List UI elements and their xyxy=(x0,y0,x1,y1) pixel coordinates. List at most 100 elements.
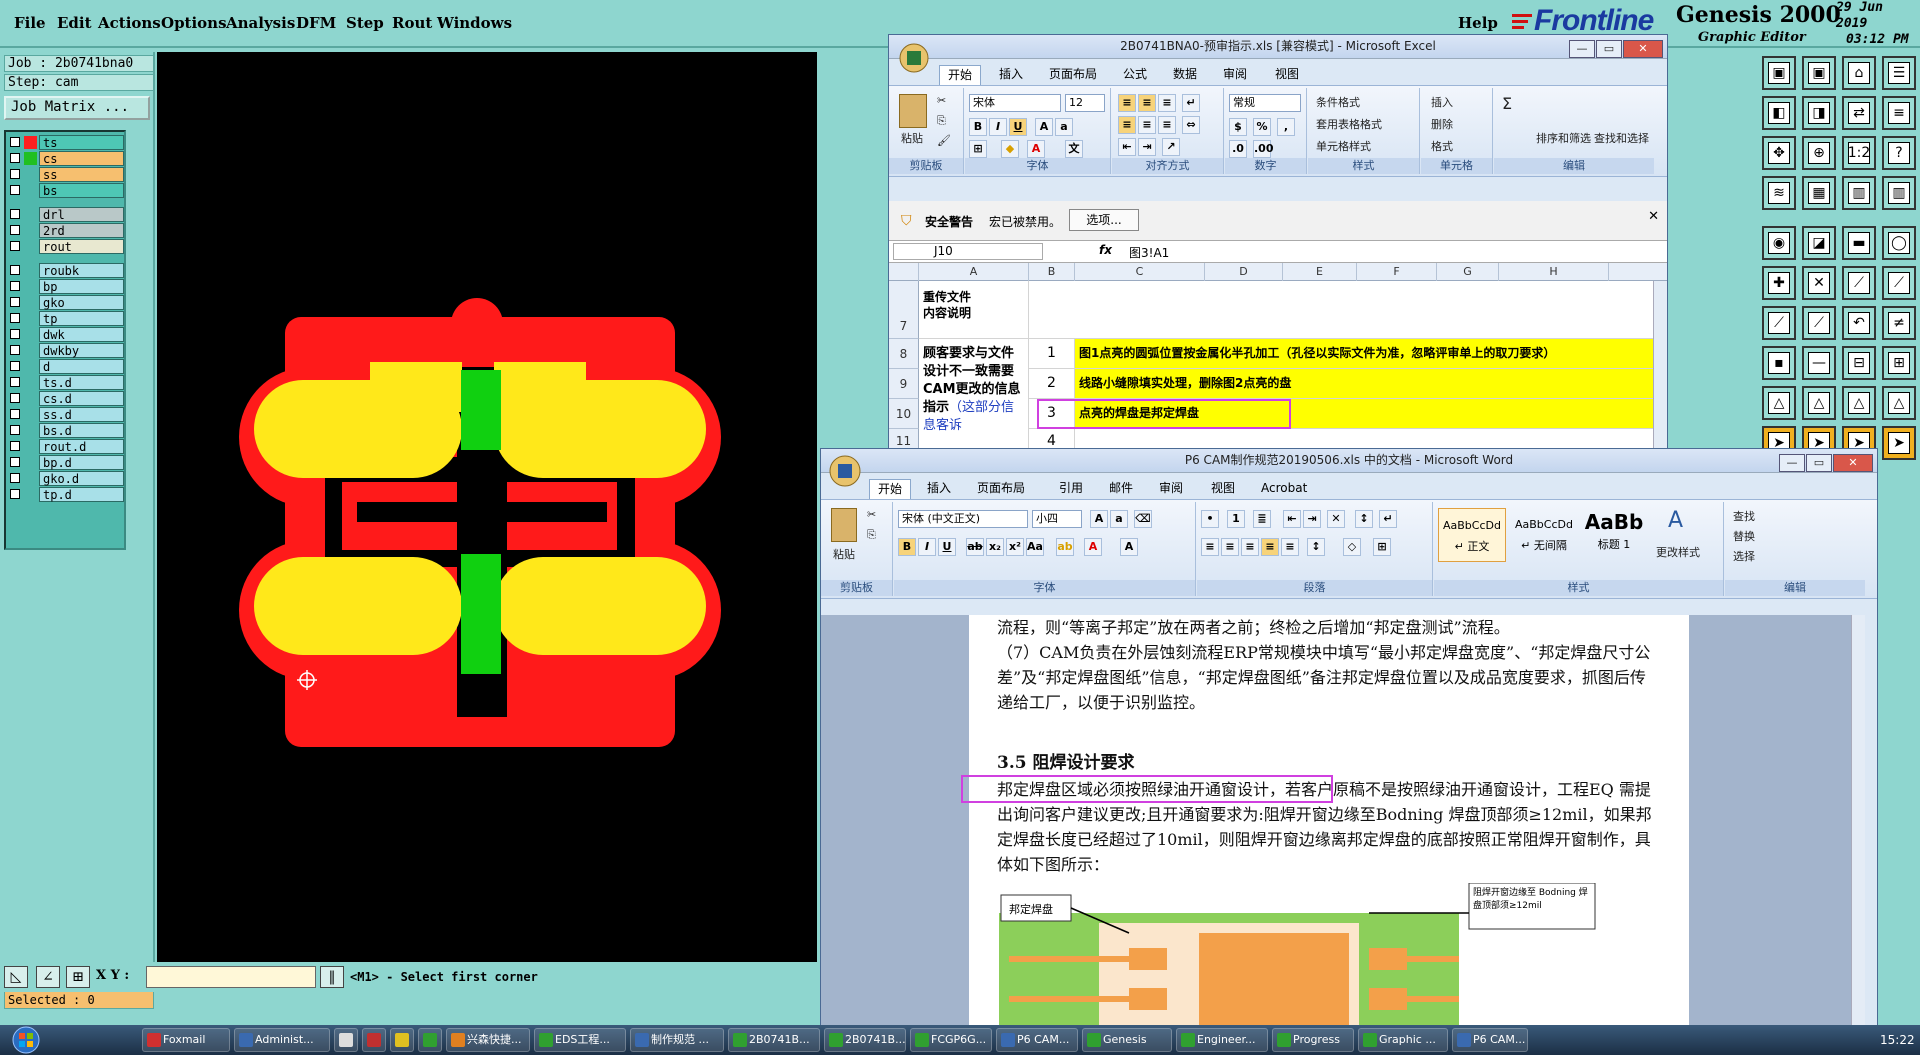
layer-color-swatch[interactable] xyxy=(24,488,37,501)
layer-checkbox[interactable] xyxy=(10,345,20,355)
layer-name[interactable]: roubk xyxy=(39,263,124,278)
tool-button[interactable]: ↶ xyxy=(1842,306,1876,340)
font-name-combo[interactable]: 宋体 xyxy=(969,94,1061,112)
taskbar-item[interactable]: Graphic ... xyxy=(1358,1028,1448,1052)
insert-cells-button[interactable]: 插入 xyxy=(1431,94,1453,110)
menu-analysis[interactable]: Analysis xyxy=(226,14,295,32)
tool-button[interactable]: ▦ xyxy=(1802,176,1836,210)
font-name-combo[interactable]: 宋体 (中文正文) xyxy=(898,510,1028,528)
multilevel-button[interactable]: ≣ xyxy=(1253,510,1271,528)
cell-a8-merged[interactable]: 顾客要求与文件设计不一致需要CAM更改的信息指示（这部分信息客诉 xyxy=(919,339,1029,455)
layer-checkbox[interactable] xyxy=(10,153,20,163)
bold-button[interactable]: B xyxy=(969,118,987,136)
conditional-format-button[interactable]: 条件格式 xyxy=(1316,94,1360,110)
column-header[interactable]: G xyxy=(1437,263,1499,281)
section-heading[interactable]: 3.5 阻焊设计要求 xyxy=(997,751,1657,776)
word-scrollbar[interactable] xyxy=(1851,615,1865,1031)
replace-button[interactable]: 替换 xyxy=(1733,528,1755,544)
clear-format-button[interactable]: ⌫ xyxy=(1134,510,1152,528)
tool-button[interactable]: ▣ xyxy=(1802,56,1836,90)
decrease-indent-button[interactable]: ⇤ xyxy=(1118,138,1136,156)
layer-row[interactable]: bs.d xyxy=(8,423,126,438)
layer-name[interactable]: d xyxy=(39,359,124,374)
menu-dfm[interactable]: DFM xyxy=(296,14,336,32)
orientation-button[interactable]: ↗ xyxy=(1162,138,1180,156)
cell-c9[interactable]: 线路小缝隙填实处理，删除图2点亮的盘 xyxy=(1075,369,1653,399)
layer-color-swatch[interactable] xyxy=(24,456,37,469)
layer-color-swatch[interactable] xyxy=(24,152,37,165)
tool-button[interactable]: △ xyxy=(1842,386,1876,420)
layer-checkbox[interactable] xyxy=(10,457,20,467)
shrink-font-button[interactable]: a xyxy=(1055,118,1073,136)
tool-button[interactable]: ≡ xyxy=(1882,96,1916,130)
sort-button[interactable]: ↕ xyxy=(1355,510,1373,528)
wrap-text-button[interactable]: ↵ xyxy=(1182,94,1200,112)
style-heading-1[interactable]: AaBb 标题 1 xyxy=(1582,508,1646,562)
sort-filter-button[interactable]: 排序和筛选 xyxy=(1536,130,1591,146)
tool-button[interactable]: ☰ xyxy=(1882,56,1916,90)
layer-row[interactable]: d xyxy=(8,359,126,374)
cell-c8[interactable]: 图1点亮的圆弧位置按金属化半孔加工（孔径以实际文件为准，忽略评审单上的取刀要求） xyxy=(1075,339,1653,369)
tool-button[interactable]: ⇄ xyxy=(1842,96,1876,130)
layer-checkbox[interactable] xyxy=(10,393,20,403)
excel-scrollbar[interactable] xyxy=(1653,281,1667,455)
layer-row[interactable]: tp xyxy=(8,311,126,326)
menu-help[interactable]: Help xyxy=(1458,14,1498,32)
layer-checkbox[interactable] xyxy=(10,489,20,499)
layer-checkbox[interactable] xyxy=(10,265,20,275)
column-header[interactable]: H xyxy=(1499,263,1609,281)
tool-button[interactable]: ▪ xyxy=(1762,346,1796,380)
italic-button[interactable]: I xyxy=(918,538,936,556)
layer-color-swatch[interactable] xyxy=(24,168,37,181)
layer-row[interactable]: gko.d xyxy=(8,471,126,486)
function-icon[interactable]: fx xyxy=(1099,243,1112,257)
copy-icon[interactable]: ⎘ xyxy=(937,114,946,128)
tool-button[interactable]: ⊕ xyxy=(1802,136,1836,170)
menu-file[interactable]: File xyxy=(14,14,46,32)
grid-icon[interactable]: ⊞ xyxy=(66,966,90,988)
superscript-button[interactable]: x² xyxy=(1006,538,1024,556)
column-header[interactable]: F xyxy=(1357,263,1437,281)
layer-color-swatch[interactable] xyxy=(24,440,37,453)
increase-indent-button[interactable]: ⇥ xyxy=(1303,510,1321,528)
formula-input[interactable]: 图3!A1 xyxy=(1129,244,1169,261)
change-case-button[interactable]: Aa xyxy=(1026,538,1044,556)
tool-button[interactable]: ⟋ xyxy=(1762,306,1796,340)
fill-color-button[interactable]: ◆ xyxy=(1001,140,1019,158)
taskbar-item[interactable]: Foxmail xyxy=(142,1028,230,1052)
bullets-button[interactable]: • xyxy=(1201,510,1219,528)
tool-button[interactable]: ▬ xyxy=(1842,226,1876,260)
layer-row[interactable]: rout.d xyxy=(8,439,126,454)
layer-name[interactable]: gko xyxy=(39,295,124,310)
layer-name[interactable]: tp xyxy=(39,311,124,326)
row-header[interactable]: 9 xyxy=(889,369,919,399)
layer-name[interactable]: cs.d xyxy=(39,391,124,406)
layer-row[interactable]: dwk xyxy=(8,327,126,342)
job-matrix-button[interactable]: Job Matrix ... xyxy=(4,96,150,120)
shrink-font-button[interactable]: a xyxy=(1110,510,1128,528)
layer-color-swatch[interactable] xyxy=(24,184,37,197)
tool-button[interactable]: ⟋ xyxy=(1842,266,1876,300)
line-spacing-button[interactable]: ↕ xyxy=(1307,538,1325,556)
layer-row[interactable]: rout xyxy=(8,239,126,254)
asian-layout-button[interactable]: ✕ xyxy=(1327,510,1345,528)
layer-name[interactable]: bp xyxy=(39,279,124,294)
tool-button[interactable]: △ xyxy=(1802,386,1836,420)
layer-color-swatch[interactable] xyxy=(24,408,37,421)
ribbon-tab[interactable]: 审阅 xyxy=(1151,479,1191,499)
layer-row[interactable]: bp xyxy=(8,279,126,294)
layer-checkbox[interactable] xyxy=(10,329,20,339)
taskbar-item[interactable]: Progress xyxy=(1272,1028,1354,1052)
shading-button[interactable]: ◇ xyxy=(1343,538,1361,556)
maximize-button[interactable]: ▭ xyxy=(1596,40,1622,58)
tool-button[interactable]: ➤ xyxy=(1882,426,1916,460)
layer-row[interactable]: cs xyxy=(8,151,126,166)
subscript-button[interactable]: x₂ xyxy=(986,538,1004,556)
pause-icon[interactable]: ‖ xyxy=(320,966,344,988)
font-size-combo[interactable]: 小四 xyxy=(1032,510,1082,528)
layer-checkbox[interactable] xyxy=(10,377,20,387)
layer-name[interactable]: rout.d xyxy=(39,439,124,454)
delete-cells-button[interactable]: 删除 xyxy=(1431,116,1453,132)
phonetic-button[interactable]: 文 xyxy=(1065,140,1083,158)
underline-button[interactable]: U xyxy=(938,538,956,556)
